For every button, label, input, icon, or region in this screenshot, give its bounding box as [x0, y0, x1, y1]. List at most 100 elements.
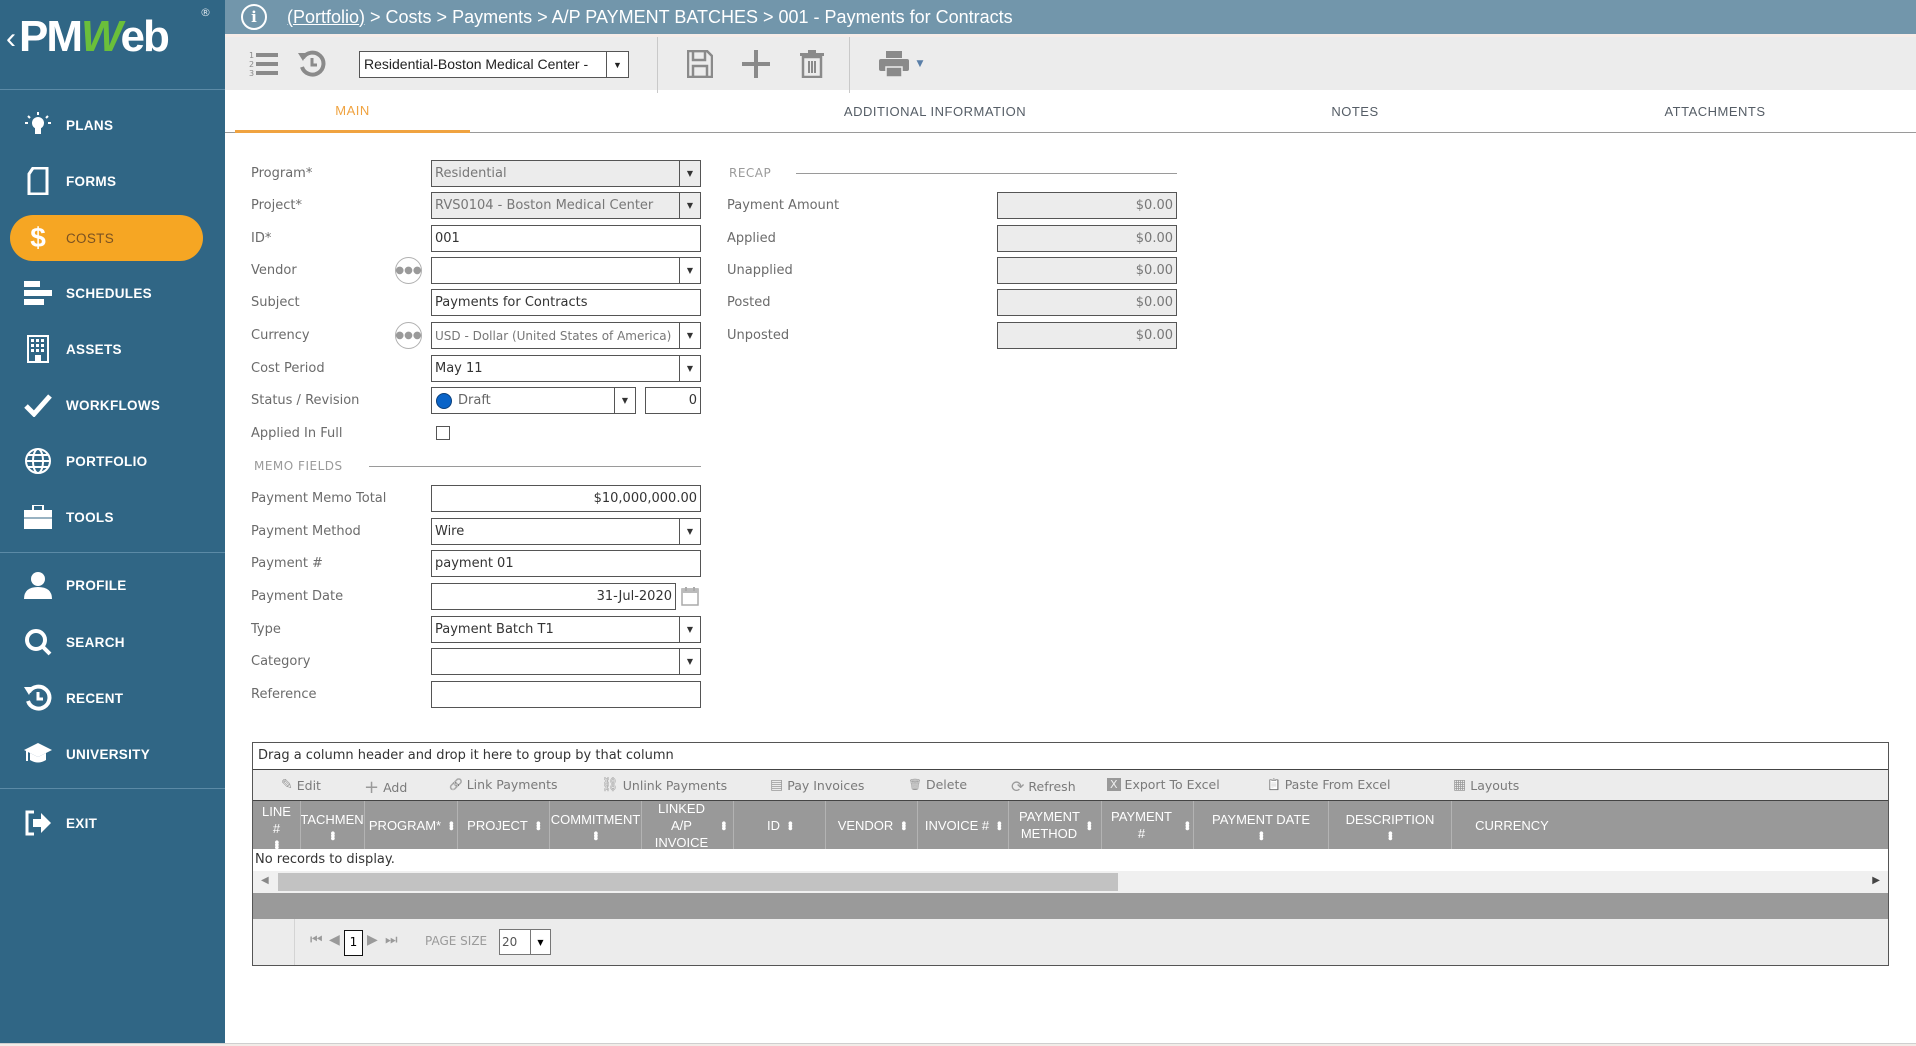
- status-select[interactable]: Draft ▼: [431, 387, 636, 414]
- chevron-down-icon[interactable]: ▼: [679, 193, 700, 218]
- trash-icon[interactable]: [795, 47, 829, 81]
- column-header-vendor[interactable]: VENDOR •••: [826, 801, 918, 849]
- horizontal-scrollbar[interactable]: ◀ ▶: [253, 871, 1888, 893]
- column-header-attachments[interactable]: ATTACHMENTS•••: [301, 801, 365, 849]
- building-icon: [10, 335, 66, 363]
- column-header-payment-date[interactable]: PAYMENT DATE •••: [1194, 801, 1329, 849]
- breadcrumb-portfolio-link[interactable]: (Portfolio): [287, 7, 365, 27]
- column-header-id[interactable]: ID •••: [734, 801, 826, 849]
- chevron-down-icon[interactable]: ▼: [606, 52, 628, 77]
- chevron-down-icon[interactable]: ▼: [614, 388, 635, 413]
- last-page-icon[interactable]: ⏭: [385, 932, 398, 948]
- chevron-down-icon[interactable]: ▼: [679, 649, 700, 674]
- grid-refresh-button[interactable]: ⟳ Refresh: [1011, 777, 1076, 796]
- chevron-down-icon[interactable]: ▼: [679, 258, 700, 283]
- column-header-commitment[interactable]: COMMITMENT •••: [550, 801, 642, 849]
- chevron-down-icon[interactable]: ▼: [679, 323, 700, 348]
- exit-icon: [10, 810, 66, 836]
- scroll-left-arrow-icon[interactable]: ◀: [261, 875, 269, 886]
- tab-notes[interactable]: NOTES: [1275, 90, 1435, 133]
- column-header-currency[interactable]: CURRENCY: [1452, 801, 1572, 849]
- column-header-line-number[interactable]: LINE # •••: [253, 801, 301, 849]
- sidebar-item-university[interactable]: UNIVERSITY: [10, 731, 203, 777]
- vendor-select[interactable]: ▼: [431, 257, 701, 284]
- pmweb-logo[interactable]: ‹ PMWeb ®: [0, 0, 225, 90]
- page-size-select[interactable]: 20 ▼: [499, 929, 551, 955]
- column-header-linked-ap-invoice[interactable]: LINKED A/P INVOICE •••: [642, 801, 734, 849]
- project-field-select[interactable]: RVS0104 - Boston Medical Center ▼: [431, 192, 701, 219]
- add-icon[interactable]: [739, 47, 773, 81]
- sidebar-item-search[interactable]: SEARCH: [10, 619, 203, 665]
- export-to-excel-button[interactable]: X Export To Excel: [1107, 777, 1220, 792]
- numbered-list-icon[interactable]: 123: [247, 47, 281, 81]
- tab-main[interactable]: MAIN: [235, 90, 470, 133]
- currency-lookup-button[interactable]: ●●●: [395, 322, 422, 349]
- tab-additional-information[interactable]: ADDITIONAL INFORMATION: [805, 90, 1065, 133]
- sidebar-item-profile[interactable]: PROFILE: [10, 562, 203, 608]
- history-icon[interactable]: [295, 47, 329, 81]
- vendor-lookup-button[interactable]: ●●●: [395, 257, 422, 284]
- revision-input[interactable]: 0: [645, 387, 701, 414]
- chevron-down-icon[interactable]: ▼: [679, 161, 700, 186]
- layouts-button[interactable]: ▦ Layouts: [1453, 777, 1519, 793]
- sidebar-item-exit[interactable]: EXIT: [10, 800, 203, 846]
- unlink-payments-button[interactable]: ⛓ Unlink Payments: [601, 777, 727, 793]
- column-header-description[interactable]: DESCRIPTION •••: [1329, 801, 1452, 849]
- chevron-down-icon[interactable]: ▼: [679, 519, 700, 544]
- scrollbar-thumb[interactable]: [278, 873, 1118, 891]
- sidebar-item-tools[interactable]: TOOLS: [10, 494, 203, 540]
- cost-period-select[interactable]: May 11 ▼: [431, 355, 701, 382]
- program-select[interactable]: Residential ▼: [431, 160, 701, 187]
- chevron-down-icon[interactable]: ▼: [679, 617, 700, 642]
- type-select[interactable]: Payment Batch T1 ▼: [431, 616, 701, 643]
- reference-input[interactable]: [431, 681, 701, 708]
- sidebar-item-plans[interactable]: PLANS: [10, 102, 203, 148]
- sidebar-item-portfolio[interactable]: PORTFOLIO: [10, 438, 203, 484]
- info-icon[interactable]: i: [241, 4, 267, 30]
- sidebar-item-recent[interactable]: RECENT: [10, 675, 203, 721]
- column-header-payment-number[interactable]: PAYMENT # •••: [1102, 801, 1195, 849]
- payment-number-label: Payment #: [251, 556, 323, 571]
- grid-delete-button[interactable]: 🗑 Delete: [908, 777, 967, 792]
- sidebar-item-assets[interactable]: ASSETS: [10, 326, 203, 372]
- sidebar-item-forms[interactable]: FORMS: [10, 158, 203, 204]
- applied-in-full-checkbox[interactable]: [436, 426, 450, 440]
- print-options-chevron-icon[interactable]: ▼: [910, 47, 930, 81]
- column-header-program[interactable]: PROGRAM* •••: [365, 801, 459, 849]
- tab-attachments[interactable]: ATTACHMENTS: [1625, 90, 1805, 133]
- chevron-down-icon[interactable]: ▼: [679, 356, 700, 381]
- paste-from-excel-button[interactable]: 📋 Paste From Excel: [1267, 777, 1390, 792]
- category-select[interactable]: ▼: [431, 648, 701, 675]
- next-page-icon[interactable]: ▶: [367, 932, 378, 948]
- project-select[interactable]: Residential-Boston Medical Center - ▼: [359, 51, 629, 78]
- column-header-payment-method[interactable]: PAYMENT METHOD •••: [1009, 801, 1102, 849]
- scroll-right-arrow-icon[interactable]: ▶: [1872, 875, 1880, 886]
- pay-invoices-button[interactable]: ▤ Pay Invoices: [770, 777, 864, 793]
- collapse-chevron-icon[interactable]: ‹: [6, 22, 16, 56]
- sidebar-item-schedules[interactable]: SCHEDULES: [10, 270, 203, 316]
- payment-amount-label: Payment Amount: [727, 198, 840, 213]
- current-page-input[interactable]: 1: [344, 930, 363, 956]
- chevron-down-icon[interactable]: ▼: [530, 930, 550, 954]
- link-payments-button[interactable]: 🔗 Link Payments: [449, 777, 558, 792]
- payment-memo-total-input[interactable]: $10,000,000.00: [431, 485, 701, 512]
- payment-date-input[interactable]: 31-Jul-2020: [431, 583, 676, 610]
- print-icon[interactable]: [877, 47, 911, 81]
- sidebar-item-costs[interactable]: $ COSTS: [10, 215, 203, 261]
- payment-method-select[interactable]: Wire ▼: [431, 518, 701, 545]
- payment-number-input[interactable]: payment 01: [431, 550, 701, 577]
- save-icon[interactable]: [683, 47, 717, 81]
- column-header-project[interactable]: PROJECT •••: [458, 801, 550, 849]
- subject-input[interactable]: Payments for Contracts: [431, 289, 701, 316]
- currency-label: Currency: [251, 328, 310, 343]
- first-page-icon[interactable]: ⏮: [310, 932, 323, 948]
- grid-add-button[interactable]: + Add: [364, 777, 407, 798]
- calendar-icon[interactable]: [681, 586, 699, 610]
- sidebar-item-workflows[interactable]: WORKFLOWS: [10, 382, 203, 428]
- column-header-invoice-number[interactable]: INVOICE # •••: [918, 801, 1009, 849]
- grid-edit-button[interactable]: ✎ Edit: [281, 777, 321, 793]
- group-by-drop-zone[interactable]: Drag a column header and drop it here to…: [253, 743, 1888, 770]
- currency-select[interactable]: USD - Dollar (United States of America) ▼: [431, 322, 701, 349]
- previous-page-icon[interactable]: ◀: [329, 932, 340, 948]
- id-input[interactable]: 001: [431, 225, 701, 252]
